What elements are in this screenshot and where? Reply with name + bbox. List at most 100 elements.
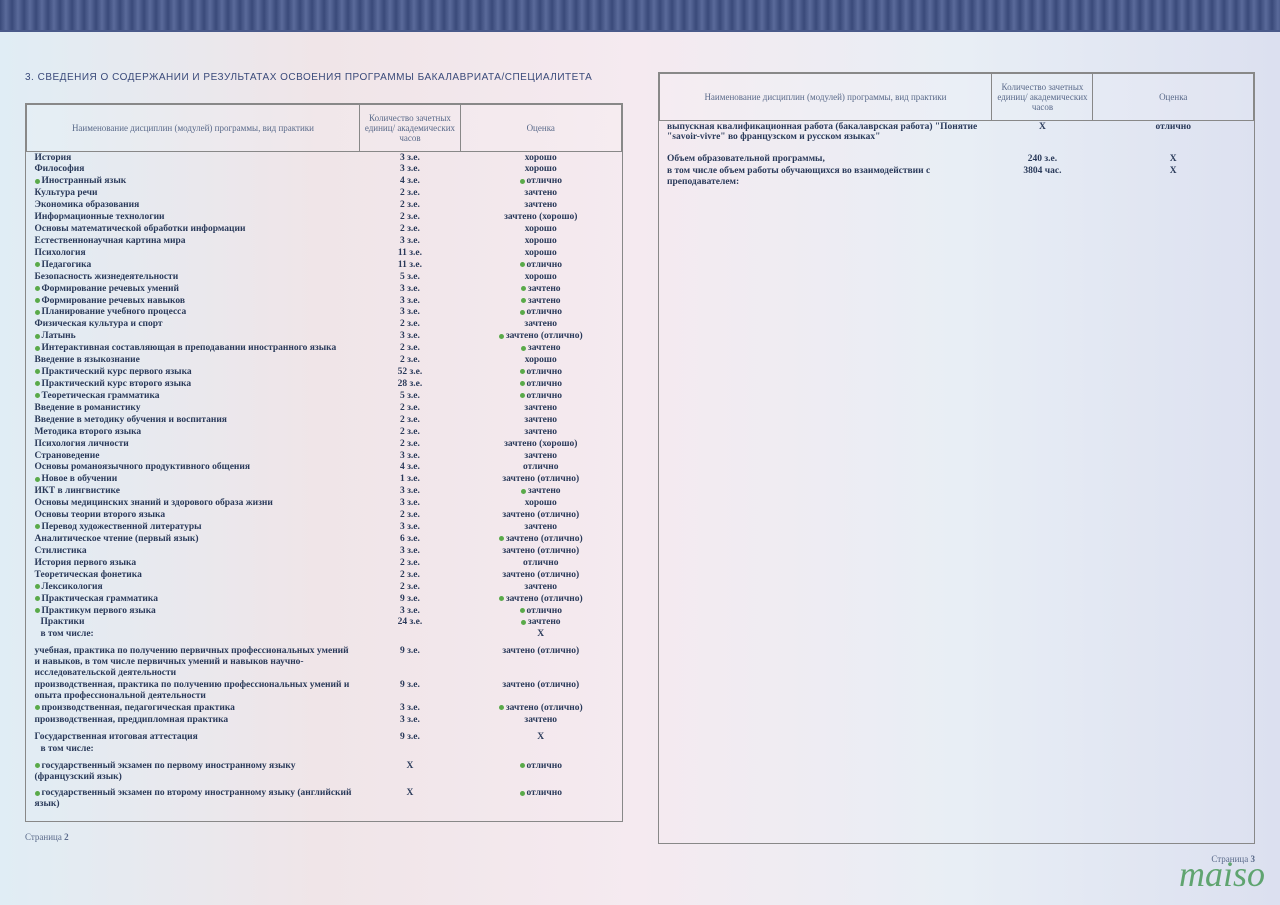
discipline-name: Государственная итоговая аттестация	[27, 731, 360, 743]
grade-cell: зачтено	[460, 200, 621, 212]
table-row: Физическая культура и спорт2 з.е.зачтено	[27, 319, 622, 331]
table-row: Введение в языкознание2 з.е.хорошо	[27, 355, 622, 367]
credits-cell: 11 з.е.	[359, 259, 460, 271]
grade-cell: зачтено (отлично)	[460, 534, 621, 546]
discipline-name: государственный экзамен по второму иност…	[27, 788, 360, 811]
credits-cell: 2 з.е.	[359, 319, 460, 331]
bullet-dot-icon	[35, 262, 40, 267]
bullet-dot-icon	[520, 763, 525, 768]
right-page: Наименование дисциплин (модулей) програм…	[658, 72, 1256, 864]
table-row: в том числе:	[27, 743, 622, 755]
grade-cell: X	[460, 731, 621, 743]
bullet-dot-icon	[520, 393, 525, 398]
col-header-name: Наименование дисциплин (модулей) програм…	[27, 105, 360, 152]
credits-cell: 3 з.е.	[359, 331, 460, 343]
credits-cell: 2 з.е.	[359, 355, 460, 367]
grade-cell: зачтено (отлично)	[460, 474, 621, 486]
discipline-name: производственная, преддипломная практика	[27, 714, 360, 726]
grade-cell: зачтено	[460, 295, 621, 307]
credits-cell: 5 з.е.	[359, 390, 460, 402]
grade-cell: зачтено	[460, 414, 621, 426]
discipline-name: Основы романоязычного продуктивного обще…	[27, 462, 360, 474]
grade-cell: хорошо	[460, 152, 621, 164]
grade-cell: зачтено	[460, 283, 621, 295]
discipline-name: Практики	[27, 617, 360, 629]
grade-cell: зачтено (хорошо)	[460, 438, 621, 450]
grade-cell: хорошо	[460, 235, 621, 247]
discipline-name: Введение в методику обучения и воспитани…	[27, 414, 360, 426]
table-row: производственная, педагогическая практик…	[27, 702, 622, 714]
discipline-name: производственная, практика по получению …	[27, 680, 360, 703]
credits-cell: 2 з.е.	[359, 426, 460, 438]
credits-cell: 2 з.е.	[359, 510, 460, 522]
bullet-dot-icon	[499, 596, 504, 601]
bullet-dot-icon	[35, 369, 40, 374]
grade-cell: отлично	[460, 462, 621, 474]
grade-cell: отлично	[460, 760, 621, 783]
table-row: Культура речи2 з.е.зачтено	[27, 188, 622, 200]
table-row: Основы медицинских знаний и здорового об…	[27, 498, 622, 510]
credits-cell: 3 з.е.	[359, 545, 460, 557]
table-row: Введение в методику обучения и воспитани…	[27, 414, 622, 426]
table-row: Теоретическая фонетика2 з.е.зачтено (отл…	[27, 569, 622, 581]
discipline-name: Основы математической обработки информац…	[27, 224, 360, 236]
discipline-name: Иностранный язык	[27, 176, 360, 188]
bullet-dot-icon	[35, 310, 40, 315]
discipline-name: История	[27, 152, 360, 164]
grade-cell: зачтено	[460, 450, 621, 462]
credits-cell: 2 з.е.	[359, 438, 460, 450]
grade-cell: отлично	[460, 788, 621, 811]
table-row: Планирование учебного процесса3 з.е.отли…	[27, 307, 622, 319]
table-row: Стилистика3 з.е.зачтено (отлично)	[27, 545, 622, 557]
bullet-dot-icon	[35, 381, 40, 386]
table-row: Введение в романистику2 з.е.зачтено	[27, 402, 622, 414]
table-row: История первого языка2 з.е.отлично	[27, 557, 622, 569]
discipline-name: История первого языка	[27, 557, 360, 569]
discipline-name: Введение в языкознание	[27, 355, 360, 367]
discipline-name: Психология	[27, 247, 360, 259]
discipline-name: Аналитическое чтение (первый язык)	[27, 534, 360, 546]
grade-cell: отлично	[460, 605, 621, 617]
credits-cell: 9 з.е.	[359, 680, 460, 703]
credits-cell: X	[992, 121, 1093, 144]
bullet-dot-icon	[499, 536, 504, 541]
bullet-dot-icon	[35, 477, 40, 482]
discipline-name: Объем образовательной программы,	[659, 154, 992, 166]
table-row: Экономика образования2 з.е.зачтено	[27, 200, 622, 212]
bullet-dot-icon	[520, 608, 525, 613]
discipline-name: в том числе:	[27, 743, 360, 755]
col-header-grade: Оценка	[460, 105, 621, 152]
credits-cell: 2 з.е.	[359, 557, 460, 569]
table-row: Перевод художественной литературы3 з.е.з…	[27, 522, 622, 534]
discipline-name: в том числе:	[27, 629, 360, 641]
grade-cell: X	[1093, 154, 1254, 166]
grade-cell: зачтено (отлично)	[460, 569, 621, 581]
grade-cell: отлично	[460, 176, 621, 188]
credits-cell: 3 з.е.	[359, 307, 460, 319]
grade-cell: зачтено	[460, 188, 621, 200]
bullet-dot-icon	[35, 524, 40, 529]
credits-cell: 2 з.е.	[359, 569, 460, 581]
watermark-logo: maiso	[1179, 853, 1265, 895]
bullet-dot-icon	[521, 489, 526, 494]
discipline-name: Педагогика	[27, 259, 360, 271]
table-row: Практики24 з.е.зачтено	[27, 617, 622, 629]
grade-cell: отлично	[460, 307, 621, 319]
grade-cell: зачтено (отлично)	[460, 680, 621, 703]
table-row: Психология11 з.е.хорошо	[27, 247, 622, 259]
table-row: производственная, преддипломная практика…	[27, 714, 622, 726]
credits-cell: 3 з.е.	[359, 522, 460, 534]
grade-cell: хорошо	[460, 355, 621, 367]
table-row: Иностранный язык4 з.е.отлично	[27, 176, 622, 188]
col-header-credits: Количество зачетных единиц/ академически…	[992, 74, 1093, 121]
grade-cell: хорошо	[460, 498, 621, 510]
bullet-dot-icon	[35, 286, 40, 291]
table-row: Интерактивная составляющая в преподавани…	[27, 343, 622, 355]
transcript-table-left: Наименование дисциплин (модулей) програм…	[25, 103, 623, 822]
discipline-name: Теоретическая фонетика	[27, 569, 360, 581]
grade-cell: зачтено	[460, 486, 621, 498]
credits-cell: 9 з.е.	[359, 646, 460, 680]
bullet-dot-icon	[521, 286, 526, 291]
discipline-name: Практикум первого языка	[27, 605, 360, 617]
section-title: 3. СВЕДЕНИЯ О СОДЕРЖАНИИ И РЕЗУЛЬТАТАХ О…	[25, 72, 623, 83]
